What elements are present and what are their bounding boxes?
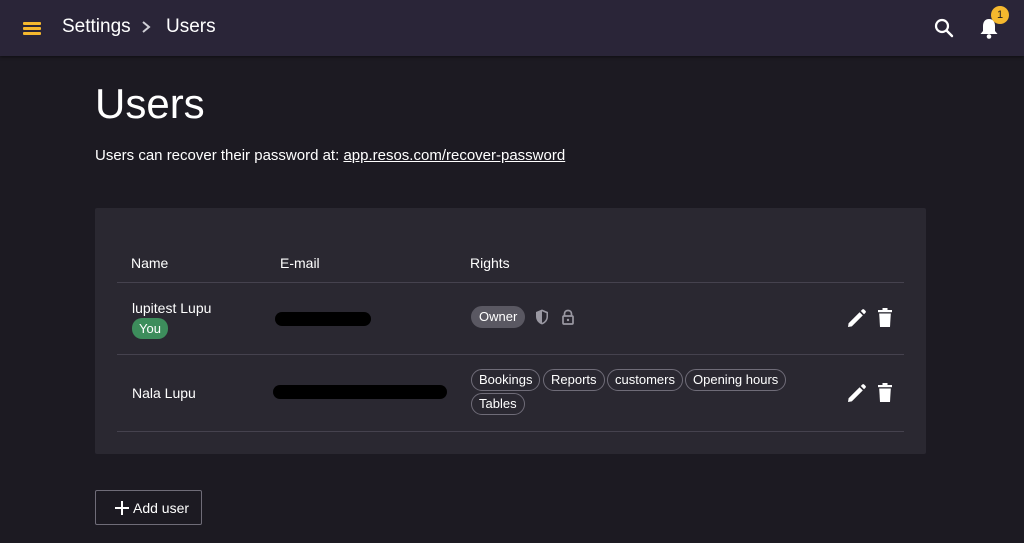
shield-icon	[536, 309, 548, 325]
user-name: lupitest Lupu	[132, 300, 212, 316]
column-header-email: E-mail	[280, 255, 320, 271]
breadcrumb-users: Users	[166, 16, 216, 37]
notification-badge: 1	[991, 6, 1009, 24]
plus-icon	[115, 501, 129, 515]
redacted-email	[275, 312, 371, 326]
delete-trash-icon[interactable]	[875, 382, 895, 404]
recover-info: Users can recover their password at: app…	[95, 147, 565, 164]
header-divider	[117, 282, 904, 283]
rights-chip-tables: Tables	[471, 393, 525, 415]
page-title: Users	[95, 80, 205, 127]
recover-link[interactable]: app.resos.com/recover-password	[343, 147, 565, 164]
add-user-label: Add user	[133, 500, 190, 516]
user-name: Nala Lupu	[132, 385, 196, 401]
rights-chip-opening-hours: Opening hours	[685, 369, 787, 391]
redacted-email	[273, 385, 447, 399]
recover-text: Users can recover their password at:	[95, 147, 340, 164]
lock-icon	[562, 309, 574, 325]
edit-pencil-icon[interactable]	[845, 383, 867, 405]
rights-chip-bookings: Bookings	[471, 369, 541, 391]
row-divider	[117, 431, 904, 432]
search-icon[interactable]	[932, 16, 956, 40]
top-app-bar: Settings Users 1	[0, 0, 1024, 56]
you-badge: You	[132, 318, 168, 339]
column-header-rights: Rights	[470, 255, 510, 271]
rights-chip-owner: Owner	[471, 306, 526, 328]
users-table-card: Name E-mail Rights lupitest Lupu You Own…	[95, 208, 926, 454]
add-user-button[interactable]: Add user	[95, 490, 202, 525]
row-divider	[117, 354, 904, 355]
edit-pencil-icon[interactable]	[845, 308, 867, 330]
delete-trash-icon[interactable]	[875, 307, 895, 329]
column-header-name: Name	[131, 255, 169, 271]
rights-chip-customers: customers	[607, 369, 683, 391]
breadcrumb-settings[interactable]: Settings	[62, 16, 131, 38]
chevron-right-icon	[142, 21, 151, 33]
menu-icon[interactable]	[20, 17, 44, 39]
rights-chip-reports: Reports	[543, 369, 605, 391]
